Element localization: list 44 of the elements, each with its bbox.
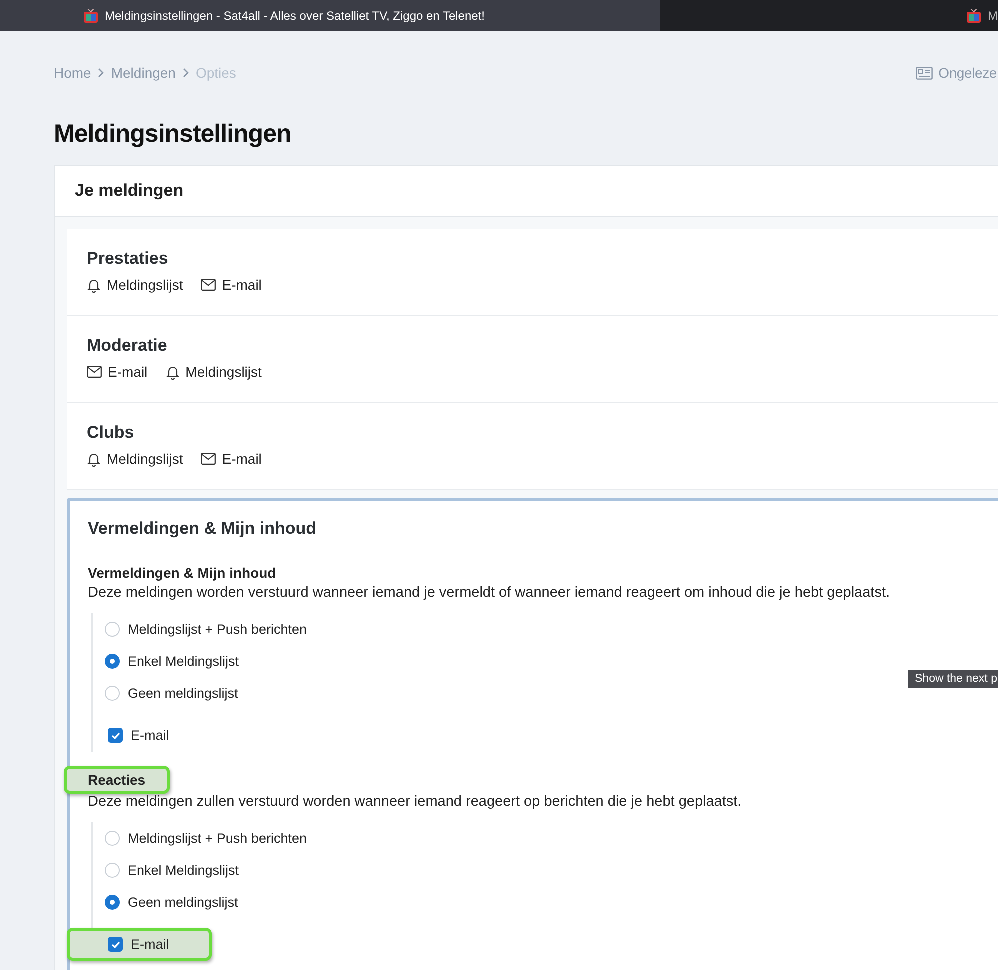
- channel-label: Meldingslijst: [186, 364, 262, 380]
- bell-icon: [87, 452, 101, 466]
- category-title: Vermeldingen & Mijn inhoud: [88, 519, 318, 539]
- checkmark-icon: [110, 732, 120, 740]
- tv-icon: [83, 8, 99, 22]
- newspaper-icon: [916, 66, 933, 80]
- checkbox[interactable]: [108, 728, 123, 743]
- channel-label: E-mail: [222, 451, 262, 467]
- tv-icon: [966, 8, 982, 22]
- radio-button[interactable]: [105, 654, 120, 668]
- option-label: Meldingslijst + Push berichten: [128, 830, 307, 846]
- checkbox[interactable]: [108, 937, 123, 952]
- channel-label: E-mail: [222, 277, 262, 293]
- email-option[interactable]: E-mail: [67, 928, 212, 961]
- page-title: Meldingsinstellingen: [54, 119, 292, 150]
- group-title: Reacties: [64, 766, 170, 794]
- envelope-icon: [201, 279, 216, 291]
- category-row[interactable]: Clubs Meldingslijst E-mail: [67, 403, 998, 490]
- checkmark-icon: [110, 940, 120, 948]
- channel-label: E-mail: [108, 364, 148, 380]
- chevron-icon: [97, 68, 106, 78]
- bell-icon: [166, 364, 180, 380]
- channel-label: Meldingslijst: [107, 277, 184, 293]
- chevron-icon: [182, 68, 190, 78]
- option-label: Enkel Meldingslijst: [128, 654, 240, 668]
- group-description: Deze meldingen worden verstuurd wanneer iemand je vermeldt of wanneer iemand reageert om inhoud die je hebt geplaatst.: [88, 585, 892, 601]
- radio-button[interactable]: [105, 894, 120, 910]
- bell-icon: [87, 278, 101, 292]
- option-label: Meldingslijst + Push berichten: [128, 622, 307, 636]
- card-title: Je meldingen: [75, 181, 184, 201]
- category-row[interactable]: Moderatie E-mail Meldingslijst: [67, 316, 998, 403]
- group-title: Vermeldingen & Mijn inhoud: [87, 564, 278, 583]
- channel-label: Meldingslijst: [107, 451, 184, 467]
- envelope-icon: [87, 366, 102, 378]
- group-description: Deze meldingen zullen verstuurd worden wanneer iemand reageert op berichten die je hebt geplaatst.: [88, 794, 743, 810]
- browser-tab[interactable]: M: [660, 0, 998, 31]
- option-label: Enkel Meldingslijst: [128, 862, 240, 878]
- option-label: Geen meldingslijst: [128, 894, 238, 910]
- category-row[interactable]: Prestaties Meldingslijst E-mail: [67, 229, 998, 316]
- email-option[interactable]: E-mail: [67, 719, 212, 752]
- tooltip: Show the next p: [908, 670, 998, 688]
- envelope-icon: [201, 453, 216, 465]
- option-label: Geen meldingslijst: [128, 686, 238, 700]
- browser-tab[interactable]: Meldingsinstellingen - Sat4all - Alles over Satelliet TV, Ziggo en Telenet!: [0, 0, 660, 31]
